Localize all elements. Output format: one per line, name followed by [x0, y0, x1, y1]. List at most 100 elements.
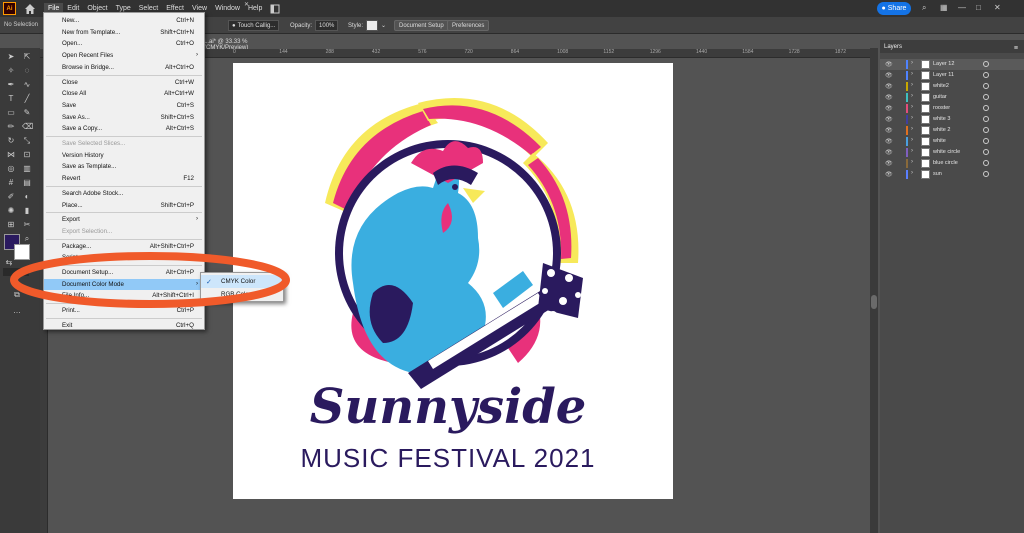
visibility-eye-icon[interactable]: 👁 [885, 138, 893, 145]
slice-tool-icon[interactable]: ✂ [22, 220, 32, 230]
visibility-eye-icon[interactable]: 👁 [885, 160, 893, 167]
expand-chevron-icon[interactable]: › [911, 115, 913, 121]
layer-target-icon[interactable] [983, 72, 989, 78]
file-menu-item[interactable]: Save a Copy... Alt+Ctrl+S [44, 123, 204, 134]
layer-name[interactable]: sun [933, 171, 942, 177]
layer-row[interactable]: 👁 › white2 [880, 81, 1024, 92]
free-transform-icon[interactable]: ⊡ [22, 150, 32, 160]
layer-row[interactable]: 👁 › white [880, 136, 1024, 147]
layer-name[interactable]: Layer 11 [933, 72, 954, 78]
symbol-sprayer-icon[interactable]: ✺ [6, 206, 16, 216]
brush-control[interactable]: ● Touch Callig... [228, 20, 280, 31]
eyedropper-icon[interactable]: ✐ [6, 192, 16, 202]
layer-name[interactable]: white 3 [933, 116, 950, 122]
pen-tool-icon[interactable]: ✒ [6, 80, 16, 90]
opacity-field[interactable]: 100% [315, 20, 339, 31]
layer-name[interactable]: blue circle [933, 160, 958, 166]
type-tool-icon[interactable]: T [6, 94, 16, 104]
layer-name[interactable]: white 2 [933, 127, 950, 133]
panel-menu-icon[interactable]: ≡ [1014, 45, 1018, 52]
expand-chevron-icon[interactable]: › [911, 60, 913, 66]
visibility-eye-icon[interactable]: 👁 [885, 61, 893, 68]
layer-row[interactable]: 👁 › white 3 [880, 114, 1024, 125]
layer-row[interactable]: 👁 › blue circle [880, 158, 1024, 169]
search-icon[interactable]: ⌕ [922, 3, 931, 12]
layer-row[interactable]: 👁 › rooster [880, 103, 1024, 114]
visibility-eye-icon[interactable]: 👁 [885, 94, 893, 101]
width-tool-icon[interactable]: ⋈ [6, 150, 16, 160]
festival-logo-artwork[interactable]: Sunnyside MUSIC FESTIVAL 2021 [233, 63, 673, 499]
chevron-down-icon[interactable]: ⌄ [381, 22, 386, 29]
arrange-icon[interactable]: ▦ [940, 3, 949, 12]
file-menu-item[interactable]: Browse in Bridge... Alt+Ctrl+O [44, 62, 204, 73]
layer-target-icon[interactable] [983, 105, 989, 111]
layer-target-icon[interactable] [983, 83, 989, 89]
paintbrush-icon[interactable]: ✎ [22, 108, 32, 118]
document-setup-control[interactable]: Document Setup [394, 20, 449, 31]
minimize-icon[interactable]: — [958, 3, 967, 12]
visibility-eye-icon[interactable]: 👁 [885, 105, 893, 112]
file-menu-item[interactable]: Open Recent Files › [44, 50, 204, 61]
expand-chevron-icon[interactable]: › [911, 137, 913, 143]
expand-chevron-icon[interactable]: › [911, 126, 913, 132]
layer-target-icon[interactable] [983, 149, 989, 155]
file-menu-item[interactable]: Save Ctrl+S [44, 100, 204, 111]
style-control[interactable]: Style: ⌄ [348, 20, 386, 31]
scrollbar-thumb[interactable] [871, 295, 877, 309]
shape-builder-icon[interactable]: ◎ [6, 164, 16, 174]
file-menu-item[interactable]: Export › [44, 214, 204, 225]
expand-chevron-icon[interactable]: › [911, 71, 913, 77]
layer-name[interactable]: guitar [933, 94, 947, 100]
visibility-eye-icon[interactable]: 👁 [885, 149, 893, 156]
layers-title[interactable]: Layers [884, 44, 902, 50]
share-button[interactable]: ● Share [877, 2, 911, 15]
scale-tool-icon[interactable]: ⤡ [22, 136, 32, 146]
shaper-tool-icon[interactable]: ✏ [6, 122, 16, 132]
line-tool-icon[interactable]: ╱ [22, 94, 32, 104]
perspective-grid-icon[interactable]: ▥ [22, 164, 32, 174]
visibility-eye-icon[interactable]: 👁 [885, 171, 893, 178]
zoom-tool-icon[interactable]: ⌕ [22, 234, 32, 244]
preferences-control[interactable]: Preferences [447, 20, 490, 31]
menu-window[interactable]: Window [211, 3, 244, 14]
expand-chevron-icon[interactable]: › [911, 159, 913, 165]
selection-tool-icon[interactable]: ➤ [6, 52, 16, 62]
layer-target-icon[interactable] [983, 61, 989, 67]
expand-chevron-icon[interactable]: › [911, 82, 913, 88]
style-swatch[interactable] [366, 20, 379, 31]
artboard[interactable]: Sunnyside MUSIC FESTIVAL 2021 [233, 63, 673, 499]
tab-close-icon[interactable]: ✕ [244, 1, 249, 8]
file-menu-item[interactable]: Search Adobe Stock... [44, 188, 204, 199]
file-menu-item[interactable]: Version History [44, 150, 204, 161]
document-setup-button[interactable]: Document Setup [394, 20, 449, 31]
file-menu-item[interactable]: Save As... Shift+Ctrl+S [44, 112, 204, 123]
rotate-tool-icon[interactable]: ↻ [6, 136, 16, 146]
visibility-eye-icon[interactable]: 👁 [885, 127, 893, 134]
file-menu-item[interactable]: Exit Ctrl+Q [44, 320, 204, 331]
visibility-eye-icon[interactable]: 👁 [885, 116, 893, 123]
curvature-tool-icon[interactable]: ∿ [22, 80, 32, 90]
workspace-icon[interactable] [270, 4, 280, 14]
expand-chevron-icon[interactable]: › [911, 93, 913, 99]
layer-name[interactable]: Layer 12 [933, 61, 954, 67]
visibility-eye-icon[interactable]: 👁 [885, 72, 893, 79]
expand-chevron-icon[interactable]: › [911, 104, 913, 110]
opacity-control[interactable]: Opacity: 100% [290, 20, 339, 31]
layer-row[interactable]: 👁 › guitar [880, 92, 1024, 103]
layer-target-icon[interactable] [983, 116, 989, 122]
layer-row[interactable]: 👁 › Layer 11 [880, 70, 1024, 81]
expand-chevron-icon[interactable]: › [911, 170, 913, 176]
graph-tool-icon[interactable]: ▮ [22, 206, 32, 216]
mesh-tool-icon[interactable]: # [6, 178, 16, 188]
layer-name[interactable]: white2 [933, 83, 949, 89]
direct-selection-tool-icon[interactable]: ⇱ [22, 52, 32, 62]
layer-name[interactable]: rooster [933, 105, 950, 111]
file-menu-item[interactable]: Close All Alt+Ctrl+W [44, 88, 204, 99]
layer-row[interactable]: 👁 › white 2 [880, 125, 1024, 136]
layer-target-icon[interactable] [983, 160, 989, 166]
brush-dropdown[interactable]: ● Touch Callig... [228, 20, 280, 31]
rectangle-tool-icon[interactable]: ▭ [6, 108, 16, 118]
file-menu-item[interactable]: Close Ctrl+W [44, 77, 204, 88]
layer-name[interactable]: white circle [933, 149, 960, 155]
layer-target-icon[interactable] [983, 138, 989, 144]
